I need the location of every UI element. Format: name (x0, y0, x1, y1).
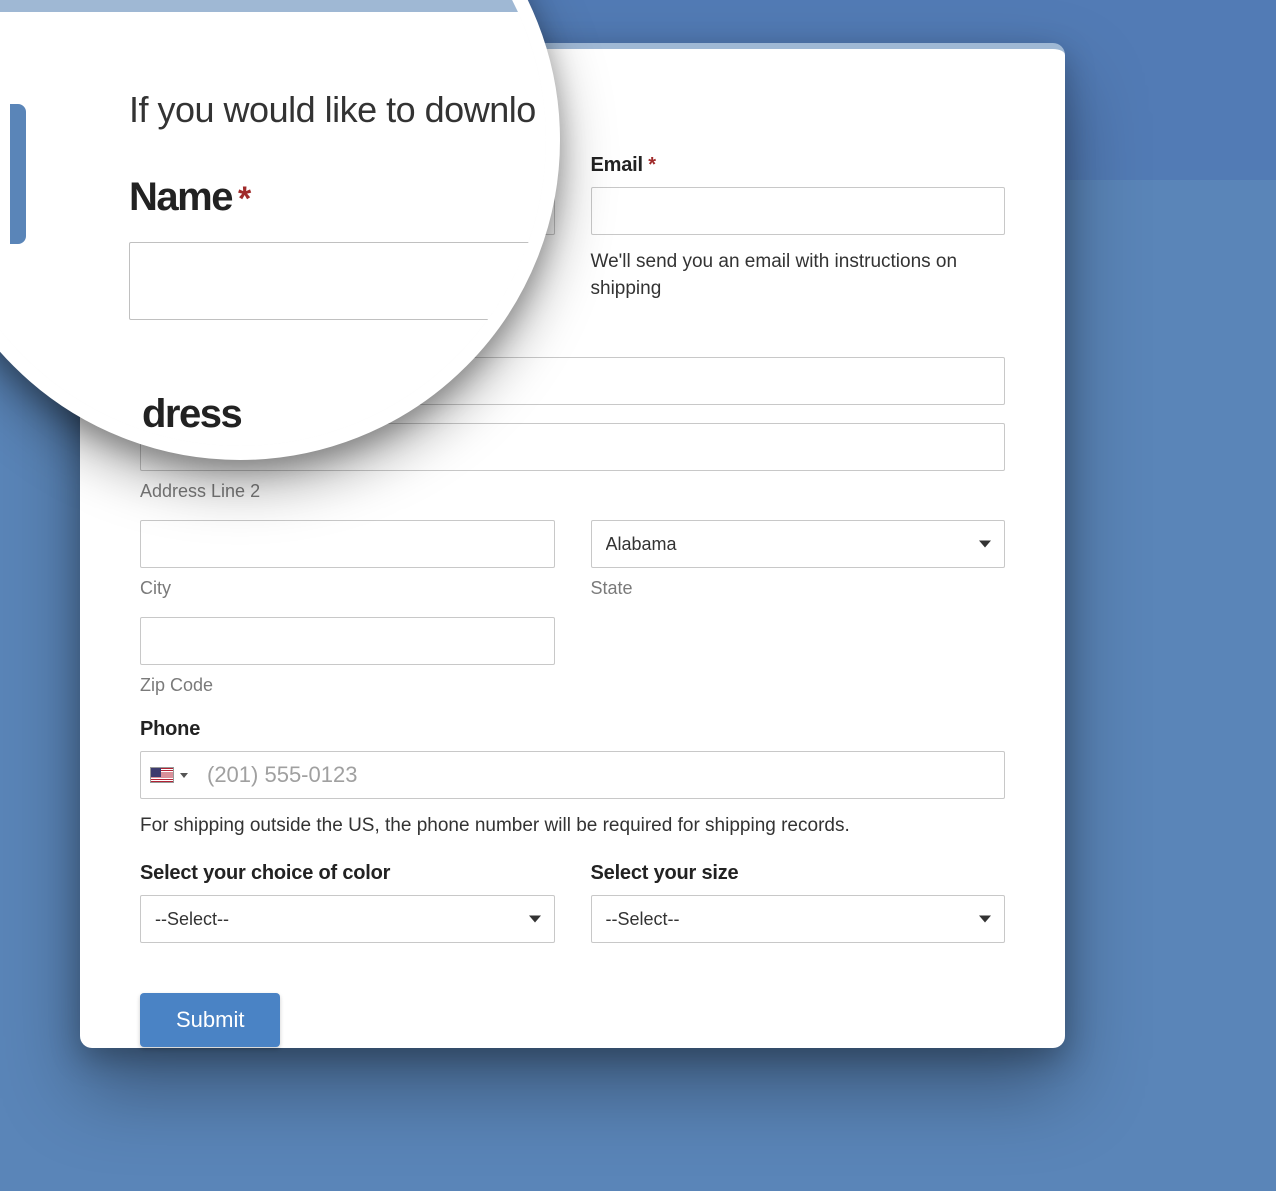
color-select[interactable]: --Select-- (140, 895, 555, 943)
email-col: Email * We'll send you an email with ins… (591, 154, 1006, 302)
us-flag-icon (150, 767, 174, 783)
lens-intro-text: If you would like to downlo (129, 89, 546, 131)
color-size-row: Select your choice of color --Select-- S… (140, 862, 1005, 943)
size-label: Select your size (591, 862, 1006, 885)
phone-input[interactable] (140, 751, 1005, 799)
lens-name-label: Name* (129, 175, 546, 220)
state-sublabel: State (591, 578, 1006, 599)
email-label: Email * (591, 154, 1006, 177)
size-select[interactable]: --Select-- (591, 895, 1006, 943)
phone-label: Phone (140, 718, 1005, 741)
color-label: Select your choice of color (140, 862, 555, 885)
zip-sublabel: Zip Code (140, 675, 555, 696)
city-sublabel: City (140, 578, 555, 599)
email-help: We'll send you an email with instruction… (591, 249, 1006, 302)
zip-input[interactable] (140, 617, 555, 665)
email-input[interactable] (591, 187, 1006, 235)
city-input[interactable] (140, 520, 555, 568)
lens-card-left-edge (10, 104, 26, 244)
country-flag-selector[interactable] (150, 767, 188, 783)
phone-section: Phone For shipping outside the US, the p… (140, 718, 1005, 840)
lens-card-top-stripe (0, 0, 546, 12)
submit-button[interactable]: Submit (140, 993, 280, 1047)
phone-help: For shipping outside the US, the phone n… (140, 813, 1005, 840)
chevron-down-icon (180, 773, 188, 778)
required-asterisk: * (648, 154, 656, 176)
magnifier-lens: If you would like to downlo Name* dress (0, 0, 560, 460)
state-select[interactable]: Alabama (591, 520, 1006, 568)
address-line2-sublabel: Address Line 2 (140, 481, 1005, 502)
lens-address-fragment: dress (142, 392, 241, 437)
required-asterisk: * (238, 180, 250, 218)
lens-name-input (129, 242, 560, 320)
